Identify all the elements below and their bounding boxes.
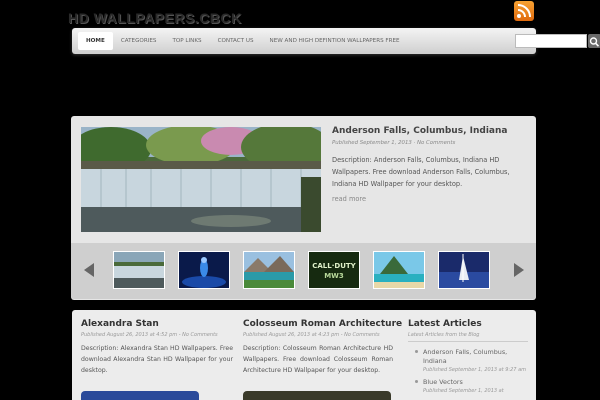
latest-articles-widget: Latest Articles Latest Articles from the… <box>408 319 528 399</box>
article-date: Published September 1, 2013 at <box>423 388 504 394</box>
post-description: Description: Alexandra Stan HD Wallpaper… <box>81 345 233 374</box>
thumbnail-waterfall[interactable] <box>113 251 165 289</box>
list-item: Blue Vectors Published September 1, 2013… <box>408 378 528 395</box>
bullet-icon <box>415 380 418 383</box>
post-title[interactable]: Colosseum Roman Architecture <box>243 319 402 329</box>
thumbnail-strip: CALL·DUTY MW3 <box>71 243 536 299</box>
thumbnail-burj-al-arab[interactable] <box>438 251 490 289</box>
thumbnail-tropical-island[interactable] <box>373 251 425 289</box>
arrow-right-icon[interactable] <box>513 262 525 278</box>
site-logo[interactable]: HD WALLPAPERS.CBCK <box>68 10 242 26</box>
thumbnail-lake-mountains[interactable] <box>243 251 295 289</box>
post-thumbnail[interactable] <box>243 391 391 400</box>
search-box <box>515 34 600 48</box>
article-link[interactable]: Blue Vectors <box>423 378 528 387</box>
post-title[interactable]: Alexandra Stan <box>81 319 233 329</box>
list-item: Anderson Falls, Columbus, Indiana Publis… <box>408 348 528 374</box>
thumbnail-blue-figure[interactable] <box>178 251 230 289</box>
featured-slider: Anderson Falls, Columbus, Indiana Publis… <box>71 116 536 300</box>
thumbnail-cod-title: CALL·DUTY <box>312 262 356 270</box>
latest-articles-list: Anderson Falls, Columbus, Indiana Publis… <box>408 348 528 395</box>
nav-home[interactable]: HOME <box>78 32 113 50</box>
arrow-left-icon[interactable] <box>83 262 95 278</box>
post-card: Alexandra Stan Published August 26, 2013… <box>81 319 233 376</box>
featured-title[interactable]: Anderson Falls, Columbus, Indiana <box>332 126 507 136</box>
article-link[interactable]: Anderson Falls, Columbus, Indiana <box>423 348 528 366</box>
nav-contact-us[interactable]: CONTACT US <box>210 32 262 50</box>
nav-top-links[interactable]: TOP LINKS <box>164 32 209 50</box>
article-date: Published September 1, 2013 at 9:27 am <box>423 367 527 373</box>
post-thumbnail[interactable] <box>81 391 199 400</box>
featured-meta: Published September 1, 2013 · No Comment… <box>332 140 456 146</box>
widget-title: Latest Articles <box>408 319 482 329</box>
post-description: Description: Colosseum Roman Architectur… <box>243 345 393 374</box>
featured-image[interactable] <box>81 127 321 232</box>
nav-categories[interactable]: CATEGORIES <box>113 32 165 50</box>
featured-description: Description: Anderson Falls, Columbus, I… <box>332 156 510 188</box>
thumbnail-cod-subtitle: MW3 <box>324 272 344 280</box>
main-navigation: HOME CATEGORIES TOP LINKS CONTACT US NEW… <box>72 28 600 54</box>
widget-subtitle: Latest Articles from the Blog <box>408 332 528 342</box>
bullet-icon <box>415 350 418 353</box>
thumbnail-call-of-duty[interactable]: CALL·DUTY MW3 <box>308 251 360 289</box>
read-more-link[interactable]: read more <box>332 195 366 203</box>
post-card: Colosseum Roman Architecture Published A… <box>243 319 402 376</box>
rss-icon[interactable] <box>514 1 534 21</box>
post-meta: Published August 26, 2013 at 4:23 pm - N… <box>243 332 380 338</box>
post-meta: Published August 26, 2013 at 4:52 pm - N… <box>81 332 218 338</box>
search-icon <box>589 37 600 47</box>
content-area: Alexandra Stan Published August 26, 2013… <box>72 310 536 400</box>
search-button[interactable] <box>588 34 600 48</box>
nav-new-wallpapers[interactable]: NEW AND HIGH DEFINTION WALLPAPERS FREE <box>262 32 408 50</box>
search-input[interactable] <box>515 34 587 48</box>
